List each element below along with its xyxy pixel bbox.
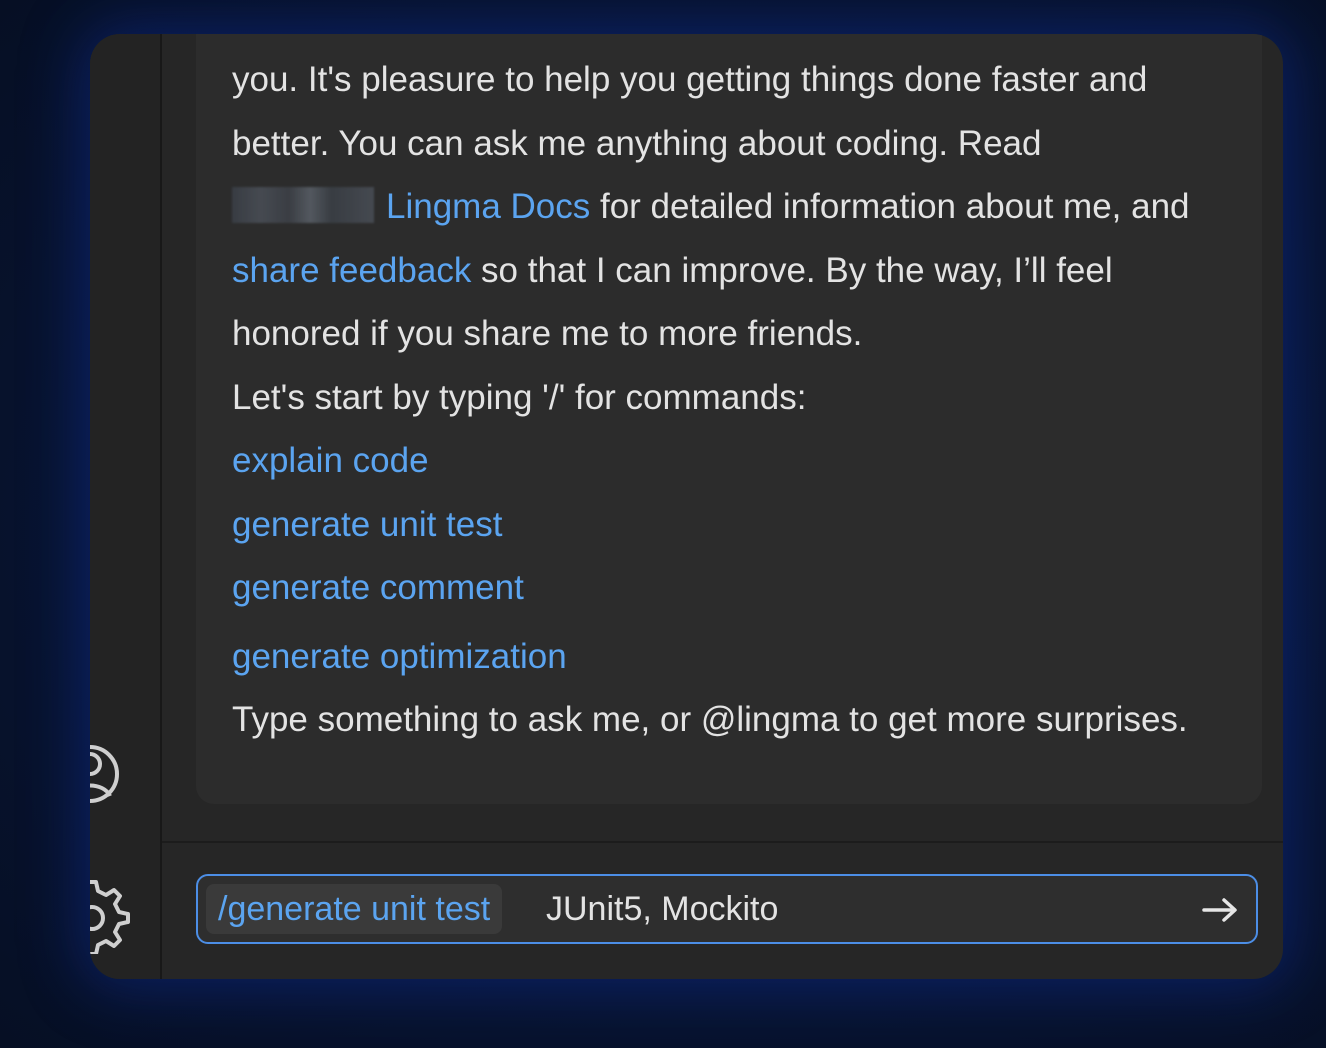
message-outro: Type something to ask me, or @lingma to … [232, 700, 1188, 739]
gear-icon[interactable] [90, 874, 130, 954]
divider [162, 841, 1283, 843]
command-generate-comment[interactable]: generate comment [232, 556, 1232, 620]
message-intro-text: you. It's pleasure to help you getting t… [232, 60, 1148, 163]
chat-window: you. It's pleasure to help you getting t… [90, 34, 1283, 979]
commands-intro: Let's start by typing '/' for commands: [232, 377, 807, 417]
command-generate-optimization[interactable]: generate optimization [232, 625, 1232, 689]
share-feedback-link[interactable]: share feedback [232, 251, 471, 290]
command-explain-code[interactable]: explain code [232, 429, 1232, 493]
sidebar [90, 34, 162, 979]
command-chip[interactable]: /generate unit test [206, 884, 503, 934]
lingma-docs-link[interactable]: Lingma Docs [386, 187, 590, 226]
chat-area: you. It's pleasure to help you getting t… [162, 34, 1283, 840]
arrow-right-icon[interactable] [1198, 888, 1242, 932]
command-list: explain code generate unit test generate… [232, 429, 1232, 688]
message-text-2: for detailed information about me, and [590, 187, 1190, 226]
assistant-message: you. It's pleasure to help you getting t… [196, 34, 1262, 804]
message-paragraph: you. It's pleasure to help you getting t… [232, 48, 1232, 366]
chat-input-box[interactable]: /generate unit test [196, 874, 1258, 944]
user-icon[interactable] [90, 734, 132, 814]
message-body: you. It's pleasure to help you getting t… [232, 48, 1232, 752]
command-generate-unit-test[interactable]: generate unit test [232, 493, 1232, 557]
chat-input[interactable] [546, 884, 1166, 934]
redacted-image [232, 187, 374, 223]
